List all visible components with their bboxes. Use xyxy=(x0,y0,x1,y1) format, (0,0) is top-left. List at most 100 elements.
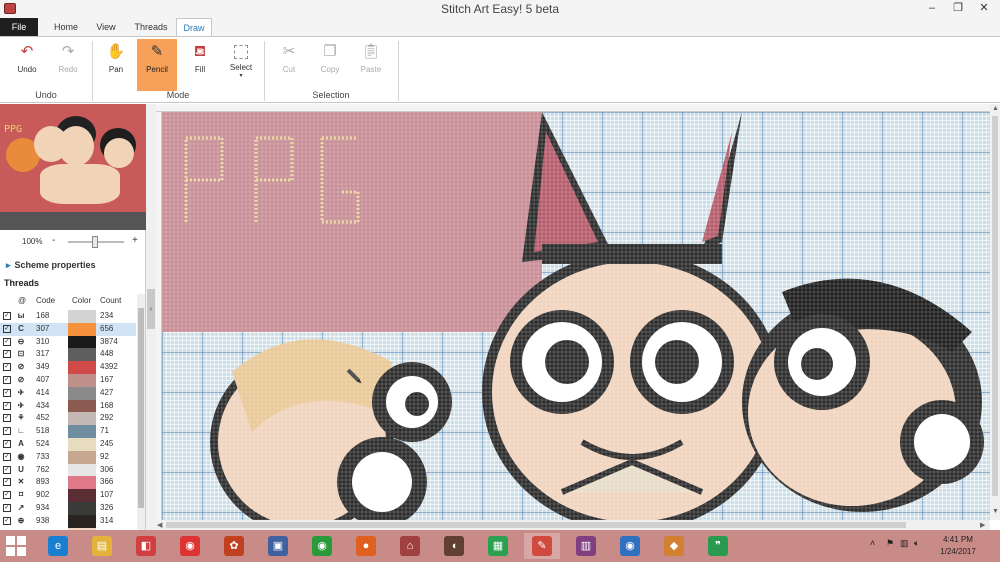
thread-color-swatch[interactable] xyxy=(68,437,96,451)
col-count[interactable]: Count xyxy=(100,296,121,305)
thread-row[interactable]: ✓ ⚘ 452 292 xyxy=(0,412,136,426)
thread-color-swatch[interactable] xyxy=(68,335,96,349)
horizontal-scroll-thumb[interactable] xyxy=(166,522,906,528)
zoom-in-button[interactable]: + xyxy=(132,235,138,246)
threads-scrollbar[interactable] xyxy=(137,294,145,530)
thread-checkbox[interactable]: ✓ xyxy=(3,324,11,333)
pan-button[interactable]: ✋ Pan xyxy=(96,39,136,91)
select-dropdown-icon[interactable]: ▾ xyxy=(221,72,261,79)
thread-checkbox[interactable]: ✓ xyxy=(3,337,11,346)
vertical-scroll-thumb[interactable] xyxy=(992,116,998,496)
thread-color-swatch[interactable] xyxy=(68,399,96,413)
zoom-slider-thumb[interactable] xyxy=(92,236,98,248)
thread-row[interactable]: ✓ ⊘ 407 167 xyxy=(0,373,136,387)
copy-button[interactable]: ❐ Copy xyxy=(310,39,350,91)
thread-checkbox[interactable]: ✓ xyxy=(3,388,11,397)
thread-row[interactable]: ✓ ⊖ 310 3874 xyxy=(0,335,136,349)
thread-row[interactable]: ✓ ⌑ 902 107 xyxy=(0,489,136,502)
thread-row[interactable]: ✓ ◉ 733 92 xyxy=(0,450,136,464)
restore-button[interactable]: ❐ xyxy=(944,0,972,18)
scroll-down-icon[interactable]: ▼ xyxy=(992,508,999,515)
threads-scroll-thumb[interactable] xyxy=(138,308,144,508)
close-button[interactable]: ✕ xyxy=(970,0,998,18)
canvas-horizontal-scrollbar[interactable]: ◀ ▶ xyxy=(156,520,990,530)
thread-color-swatch[interactable] xyxy=(68,514,96,528)
thread-color-swatch[interactable] xyxy=(68,361,96,374)
thread-checkbox[interactable]: ✓ xyxy=(3,401,11,410)
pencil-button[interactable]: ✎ Pencil xyxy=(137,39,177,91)
col-code[interactable]: Code xyxy=(36,296,55,305)
redo-button[interactable]: ↷ Redo xyxy=(48,39,88,91)
tab-threads[interactable]: Threads xyxy=(128,18,174,36)
taskbar-app-app13[interactable]: ▥ xyxy=(568,533,604,559)
taskbar-app-chrome3[interactable]: ◉ xyxy=(612,533,648,559)
thread-row[interactable]: ✓ ✕ 893 366 xyxy=(0,476,136,490)
volume-icon[interactable]: 🔈︎ xyxy=(914,538,919,549)
thread-checkbox[interactable]: ✓ xyxy=(3,452,11,461)
thread-checkbox[interactable]: ✓ xyxy=(3,363,11,372)
thread-checkbox[interactable]: ✓ xyxy=(3,465,11,474)
thread-color-swatch[interactable] xyxy=(68,463,96,477)
taskbar-app-app9[interactable]: ⌂ xyxy=(392,533,428,559)
thread-checkbox[interactable]: ✓ xyxy=(3,427,11,436)
canvas-vertical-scrollbar[interactable]: ▲ ▼ xyxy=(990,104,1000,520)
thread-row[interactable]: ✓ ⊡ 317 448 xyxy=(0,348,136,362)
start-button[interactable] xyxy=(6,536,26,556)
thread-color-swatch[interactable] xyxy=(68,450,96,464)
thread-color-swatch[interactable] xyxy=(68,489,96,502)
thread-color-swatch[interactable] xyxy=(68,386,96,400)
thread-checkbox[interactable]: ✓ xyxy=(3,439,11,448)
minimize-button[interactable]: – xyxy=(918,0,946,18)
taskbar-app-hangouts[interactable]: ❞ xyxy=(700,533,736,559)
scroll-up-icon[interactable]: ▲ xyxy=(992,105,999,112)
pattern-preview[interactable]: PPG xyxy=(0,104,146,230)
taskbar-app-chrome[interactable]: ◉ xyxy=(172,533,208,559)
taskbar-app-app6[interactable]: ▣ xyxy=(260,533,296,559)
cut-button[interactable]: ✂ Cut xyxy=(269,39,309,91)
thread-color-swatch[interactable] xyxy=(68,310,96,323)
thread-row[interactable]: ✓ C 307 656 xyxy=(0,322,136,336)
tab-view[interactable]: View xyxy=(88,18,124,36)
thread-color-swatch[interactable] xyxy=(68,412,96,426)
thread-color-swatch[interactable] xyxy=(68,322,96,336)
taskbar-app-explorer[interactable]: ▤ xyxy=(84,533,120,559)
taskbar-app-stitch[interactable]: ✎ xyxy=(524,533,560,559)
select-button[interactable]: Select ▾ xyxy=(221,39,261,91)
taskbar-app-app5[interactable]: ✿ xyxy=(216,533,252,559)
paste-button[interactable]: 📋︎ Paste xyxy=(351,39,391,91)
tray-chevron-icon[interactable]: ˄ xyxy=(870,538,875,548)
thread-checkbox[interactable]: ✓ xyxy=(3,312,11,320)
taskbar-app-chrome2[interactable]: ◉ xyxy=(304,533,340,559)
zoom-out-button[interactable]: - xyxy=(52,235,55,246)
thread-row[interactable]: ✓ ✈ 434 168 xyxy=(0,399,136,413)
thread-row[interactable]: ✓ ⊘ 349 4392 xyxy=(0,361,136,374)
thread-checkbox[interactable]: ✓ xyxy=(3,375,11,384)
col-color[interactable]: Color xyxy=(72,296,91,305)
taskbar-app-firefox[interactable]: ● xyxy=(348,533,384,559)
thread-checkbox[interactable]: ✓ xyxy=(3,516,11,525)
fill-button[interactable]: ⛾ Fill xyxy=(180,39,220,91)
tab-file[interactable]: File xyxy=(0,18,38,36)
flag-icon[interactable]: ⚑ xyxy=(886,538,894,549)
thread-row[interactable]: ✓ ⊕ 938 314 xyxy=(0,514,136,528)
scheme-properties-toggle[interactable]: ▸ Scheme properties xyxy=(6,260,96,271)
thread-checkbox[interactable]: ✓ xyxy=(3,350,11,359)
thread-color-swatch[interactable] xyxy=(68,348,96,362)
taskbar-app-app11[interactable]: ▦ xyxy=(480,533,516,559)
taskbar-app-app3[interactable]: ◧ xyxy=(128,533,164,559)
thread-checkbox[interactable]: ✓ xyxy=(3,478,11,487)
taskbar-app-ie[interactable]: e xyxy=(40,533,76,559)
pattern-canvas[interactable] xyxy=(162,112,990,520)
thread-row[interactable]: ✓ U 762 306 xyxy=(0,463,136,477)
thread-row[interactable]: ✓ ✈ 414 427 xyxy=(0,386,136,400)
thread-color-swatch[interactable] xyxy=(68,425,96,438)
thread-row[interactable]: ✓ ∟ 518 71 xyxy=(0,425,136,438)
thread-checkbox[interactable]: ✓ xyxy=(3,503,11,512)
taskbar-app-app10[interactable]: ◖ xyxy=(436,533,472,559)
panel-splitter[interactable]: ‹ xyxy=(146,104,156,530)
collapse-panel-button[interactable]: ‹ xyxy=(147,289,155,329)
taskbar-clock[interactable]: 4:41 PM 1/24/2017 xyxy=(930,534,986,558)
thread-checkbox[interactable]: ✓ xyxy=(3,491,11,500)
undo-button[interactable]: ↶ Undo xyxy=(7,39,47,91)
thread-color-swatch[interactable] xyxy=(68,373,96,387)
